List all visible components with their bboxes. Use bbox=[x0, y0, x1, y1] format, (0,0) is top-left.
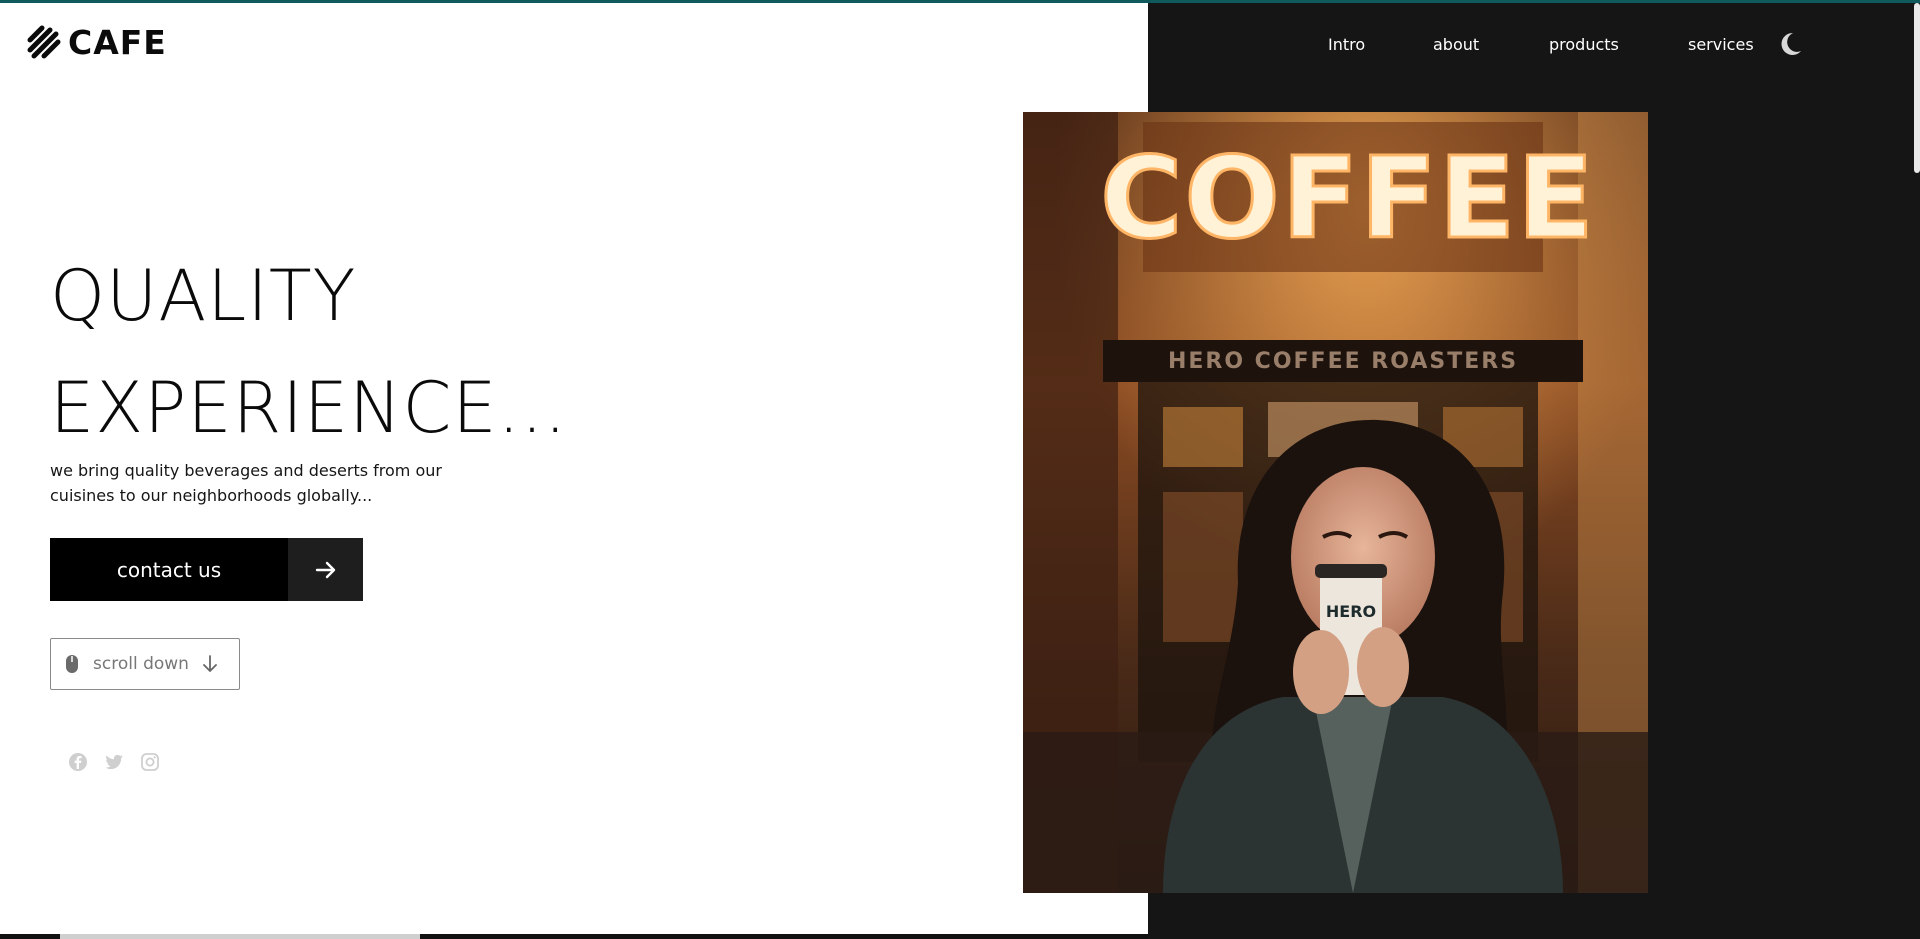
mouse-icon bbox=[66, 655, 78, 673]
scroll-down-button[interactable]: scroll down bbox=[50, 638, 240, 690]
brand-logo[interactable]: CAFE bbox=[24, 22, 167, 62]
cup-text: HERO bbox=[1326, 602, 1376, 621]
contact-us-label: contact us bbox=[50, 538, 288, 601]
hero-photo: COFFEE HERO COFFEE ROASTERS HERO bbox=[1023, 112, 1648, 893]
nav-link-services[interactable]: services bbox=[1688, 34, 1754, 56]
theme-toggle-button[interactable] bbox=[1779, 31, 1803, 57]
contact-us-button[interactable]: contact us bbox=[50, 538, 363, 601]
logo-mark-icon bbox=[27, 25, 61, 59]
scrollbar-thumb[interactable] bbox=[1914, 3, 1920, 173]
arrow-right-icon bbox=[288, 538, 363, 601]
social-links bbox=[68, 752, 160, 772]
coffee-sign-text: COFFEE bbox=[1100, 134, 1595, 264]
facebook-icon[interactable] bbox=[68, 752, 88, 772]
hero-title-line-2: EXPERIENCE... bbox=[50, 367, 568, 449]
coffee-shop-photo-illustration: COFFEE HERO COFFEE ROASTERS HERO bbox=[1023, 112, 1648, 893]
nav-link-intro[interactable]: Intro bbox=[1328, 34, 1365, 56]
hero-subtitle: we bring quality beverages and deserts f… bbox=[50, 461, 442, 505]
nav-link-about[interactable]: about bbox=[1433, 34, 1479, 56]
hero-title-line-1: QUALITY bbox=[50, 255, 357, 337]
logo-text: CAFE bbox=[68, 22, 167, 62]
horizontal-scroll-indicator[interactable] bbox=[60, 934, 420, 939]
moon-icon bbox=[1781, 32, 1801, 55]
twitter-icon[interactable] bbox=[104, 752, 124, 772]
instagram-icon[interactable] bbox=[140, 752, 160, 772]
awning-text: HERO COFFEE ROASTERS bbox=[1168, 349, 1518, 374]
scroll-down-label: scroll down bbox=[93, 654, 189, 674]
arrow-down-icon bbox=[203, 655, 217, 672]
nav-link-products[interactable]: products bbox=[1549, 34, 1619, 56]
hero-title: QUALITY EXPERIENCE... bbox=[50, 240, 567, 464]
